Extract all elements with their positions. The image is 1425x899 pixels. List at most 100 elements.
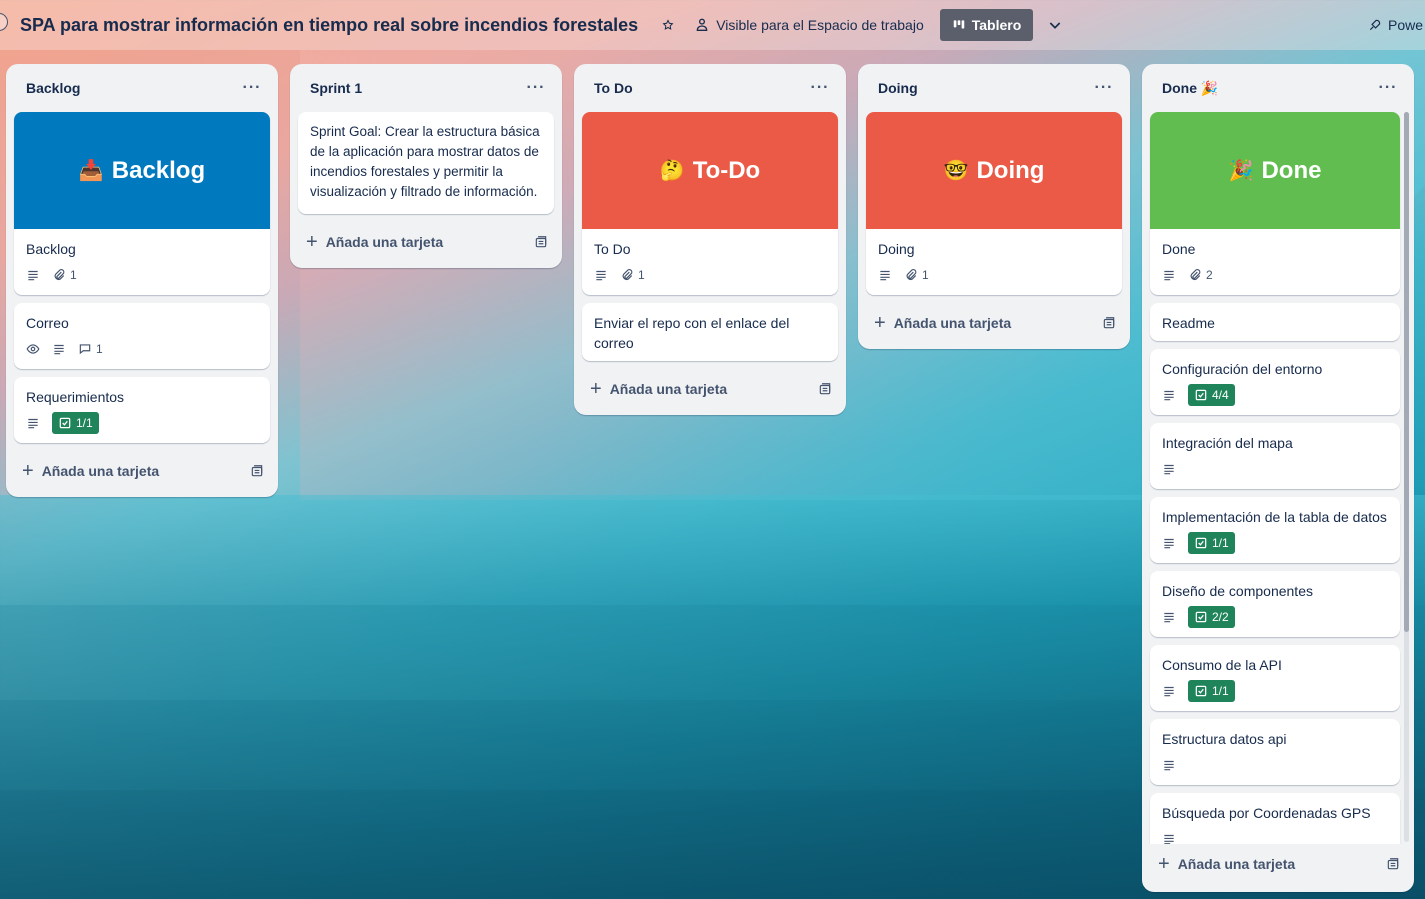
- card-correo[interactable]: Correo 1: [14, 303, 270, 369]
- card-sprint-goal[interactable]: Sprint Goal: Crear la estructura básica …: [298, 112, 554, 214]
- board-view-label: Tablero: [971, 17, 1022, 33]
- card-consumo-api[interactable]: Consumo de la API 1/1: [1150, 645, 1400, 711]
- description-icon: [594, 268, 608, 282]
- board-icon: [953, 20, 964, 29]
- card-to-do[interactable]: 🤔 To-Do To Do 1: [582, 112, 838, 295]
- add-card-button[interactable]: + Añada una tarjeta: [590, 379, 727, 399]
- star-icon: [662, 19, 674, 30]
- comment-icon: [79, 344, 91, 355]
- attachment-count: 2: [1206, 268, 1213, 282]
- visibility-button[interactable]: Visible para el Espacio de trabajo: [688, 9, 930, 41]
- checkbox-icon: [1195, 685, 1207, 697]
- attachment-count: 1: [70, 268, 77, 282]
- power-ups-label: Powe: [1388, 17, 1424, 33]
- attachment-badge: 1: [904, 268, 929, 282]
- list-menu-button[interactable]: ···: [806, 79, 834, 97]
- checklist-count: 1/1: [1212, 684, 1229, 698]
- star-button[interactable]: [656, 9, 680, 41]
- add-card-label: Añada una tarjeta: [1177, 856, 1296, 872]
- description-icon: [1162, 610, 1176, 624]
- description-icon: [878, 268, 892, 282]
- card-title: Requerimientos: [26, 389, 125, 405]
- checklist-badge: 4/4: [1188, 384, 1235, 406]
- card-title: Doing: [878, 241, 915, 257]
- attachment-count: 1: [922, 268, 929, 282]
- card-title: Backlog: [26, 241, 76, 257]
- add-card-label: Añada una tarjeta: [609, 381, 728, 397]
- list-backlog: Backlog ··· 📥 Backlog Backlog 1 Correo 1…: [6, 64, 278, 497]
- checklist-badge: 1/1: [1188, 532, 1235, 554]
- card-configuracion[interactable]: Configuración del entorno 4/4: [1150, 349, 1400, 415]
- card-busqueda-gps[interactable]: Búsqueda por Coordenadas GPS: [1150, 793, 1400, 844]
- card-integracion-mapa[interactable]: Integración del mapa: [1150, 423, 1400, 489]
- card-backlog[interactable]: 📥 Backlog Backlog 1: [14, 112, 270, 295]
- cover-title: Done: [1261, 156, 1322, 184]
- card-title: To Do: [594, 241, 631, 257]
- list-scroll-area[interactable]: 🎉 Done Done 2 Readme Configuración del e…: [1142, 112, 1414, 844]
- card-template-icon[interactable]: [818, 382, 832, 396]
- card-estructura-datos[interactable]: Estructura datos api: [1150, 719, 1400, 785]
- comment-count: 1: [96, 342, 103, 356]
- cover-title: Backlog: [111, 156, 206, 184]
- list-menu-button[interactable]: ···: [238, 79, 266, 97]
- checkbox-icon: [1195, 611, 1207, 623]
- card-template-icon[interactable]: [1102, 316, 1116, 330]
- card-template-icon[interactable]: [1386, 857, 1400, 871]
- scrollbar-thumb[interactable]: [1404, 112, 1409, 632]
- card-enviar-repo[interactable]: Enviar el repo con el enlace del correo: [582, 303, 838, 361]
- rocket-icon: [1369, 19, 1381, 31]
- add-card-label: Añada una tarjeta: [893, 315, 1012, 331]
- board-header: SPA para mostrar información en tiempo r…: [0, 0, 1425, 50]
- description-icon: [1162, 684, 1176, 698]
- card-title: Configuración del entorno: [1162, 361, 1323, 377]
- view-switcher-button[interactable]: [1041, 9, 1069, 41]
- list-to-do: To Do ··· 🤔 To-Do To Do 1 Enviar el repo…: [574, 64, 846, 415]
- card-title: Integración del mapa: [1162, 435, 1293, 451]
- card-template-icon[interactable]: [534, 235, 548, 249]
- list-title[interactable]: Doing: [878, 80, 918, 96]
- thinking-face-icon: 🤔: [659, 160, 685, 182]
- card-readme[interactable]: Readme: [1150, 303, 1400, 341]
- card-template-icon[interactable]: [250, 464, 264, 478]
- card-requerimientos[interactable]: Requerimientos 1/1: [14, 377, 270, 443]
- card-tabla-datos[interactable]: Implementación de la tabla de datos 1/1: [1150, 497, 1400, 563]
- list-done: Done 🎉 ··· 🎉 Done Done 2 Readme Configur…: [1142, 64, 1414, 892]
- card-title: Sprint Goal: Crear la estructura básica …: [310, 124, 540, 199]
- card-diseno-componentes[interactable]: Diseño de componentes 2/2: [1150, 571, 1400, 637]
- card-done[interactable]: 🎉 Done Done 2: [1150, 112, 1400, 295]
- card-cover: 📥 Backlog: [14, 112, 270, 229]
- plus-icon: +: [22, 460, 34, 482]
- card-cover: 🤔 To-Do: [582, 112, 838, 229]
- plus-icon: +: [306, 231, 318, 253]
- power-ups-button[interactable]: Powe: [1362, 9, 1425, 41]
- add-card-button[interactable]: + Añada una tarjeta: [874, 313, 1011, 333]
- card-title: Correo: [26, 315, 69, 331]
- description-icon: [1162, 758, 1176, 772]
- board-title[interactable]: SPA para mostrar información en tiempo r…: [20, 15, 638, 36]
- add-card-button[interactable]: + Añada una tarjeta: [22, 461, 159, 481]
- list-menu-button[interactable]: ···: [1374, 79, 1402, 97]
- card-doing[interactable]: 🤓 Doing Doing 1: [866, 112, 1122, 295]
- checklist-count: 1/1: [76, 416, 93, 430]
- comments-badge: 1: [78, 342, 103, 356]
- paperclip-icon: [1190, 269, 1201, 280]
- list-title[interactable]: Backlog: [26, 80, 80, 96]
- add-card-button[interactable]: + Añada una tarjeta: [1158, 854, 1295, 874]
- workspace-avatar[interactable]: [0, 13, 8, 31]
- checklist-badge: 1/1: [52, 412, 99, 434]
- description-icon: [1162, 388, 1176, 402]
- description-icon: [1162, 462, 1176, 476]
- add-card-button[interactable]: + Añada una tarjeta: [306, 232, 443, 252]
- board-view-button[interactable]: Tablero: [939, 9, 1034, 41]
- list-menu-button[interactable]: ···: [1090, 79, 1118, 97]
- checkbox-icon: [59, 417, 71, 429]
- description-icon: [1162, 536, 1176, 550]
- card-title: Done: [1162, 241, 1196, 257]
- list-title[interactable]: To Do: [594, 80, 633, 96]
- cover-title: To-Do: [692, 156, 761, 184]
- list-title[interactable]: Done 🎉: [1162, 80, 1218, 97]
- plus-icon: +: [874, 312, 886, 334]
- list-menu-button[interactable]: ···: [522, 79, 550, 97]
- description-icon: [1162, 268, 1176, 282]
- list-title[interactable]: Sprint 1: [310, 80, 362, 96]
